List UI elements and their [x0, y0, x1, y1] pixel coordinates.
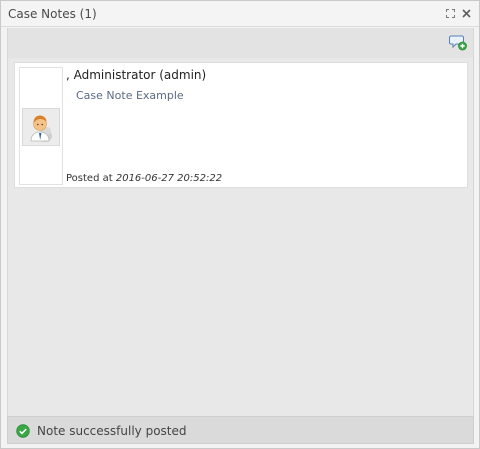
note-item: , Administrator (admin) Case Note Exampl…: [14, 62, 468, 188]
posted-label: Posted at: [66, 173, 113, 184]
status-bar: Note successfully posted: [7, 416, 474, 444]
window-title: Case Notes (1): [8, 7, 97, 21]
close-button[interactable]: [459, 6, 473, 20]
notes-toolbar: [8, 28, 473, 58]
titlebar: Case Notes (1): [1, 1, 479, 27]
notes-panel: , Administrator (admin) Case Note Exampl…: [7, 28, 474, 416]
maximize-button[interactable]: [443, 6, 457, 20]
add-note-icon: [449, 35, 467, 51]
note-text: Case Note Example: [76, 89, 184, 102]
add-note-button[interactable]: [448, 32, 468, 52]
posted-timestamp: 2016-06-27 20:52:22: [115, 173, 223, 184]
user-avatar-icon: [30, 115, 52, 142]
maximize-icon: [445, 8, 455, 18]
case-notes-window: Case Notes (1) , Administrator (admin) C…: [0, 0, 480, 449]
success-check-icon: [16, 424, 30, 438]
close-icon: [461, 8, 471, 18]
note-avatar-column: [19, 67, 63, 185]
avatar: [22, 108, 60, 146]
note-posted-line: Posted at 2016-06-27 20:52:22: [66, 173, 222, 184]
note-author: , Administrator (admin): [66, 68, 207, 82]
status-message: Note successfully posted: [37, 424, 187, 438]
